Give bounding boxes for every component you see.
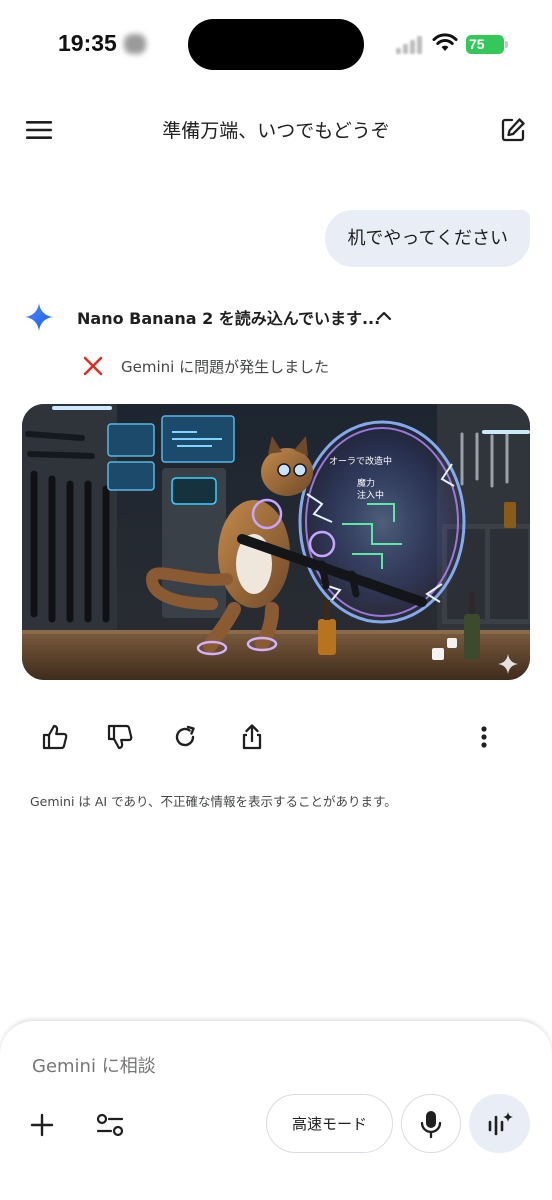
status-time: 19:35 (58, 30, 117, 56)
regenerate-icon (175, 725, 195, 747)
error-message: Gemini に問題が発生しました (121, 358, 330, 376)
battery-level: 75 (469, 36, 485, 52)
page-title: 準備万端、いつでもどうぞ (162, 120, 390, 142)
collapse-status-button[interactable] (372, 304, 396, 328)
thumbs-down-icon (107, 724, 133, 750)
battery-indicator: 75 (466, 35, 504, 54)
chevron-up-icon (376, 311, 392, 321)
mic-button[interactable] (401, 1094, 461, 1153)
error-x-icon (83, 356, 103, 376)
model-loading-status: Nano Banana 2 を読み込んでいます... (77, 309, 381, 328)
wifi-icon (432, 33, 458, 51)
gemini-spark-icon (25, 303, 53, 331)
thumbs-up-icon (42, 724, 68, 750)
app-header: 準備万端、いつでもどうぞ (0, 100, 552, 160)
gemini-chat-screen: 19:35 75 準備万端、いつでもどうぞ 机でやってください Nano Ban… (0, 0, 552, 1200)
add-attachment-button[interactable] (22, 1105, 62, 1145)
thumbs-up-button[interactable] (37, 720, 73, 754)
plus-icon (30, 1113, 54, 1137)
more-options-button[interactable] (466, 720, 502, 754)
image-overlay-text-1: オーラで改造中 (329, 455, 392, 467)
cellular-signal-icon (396, 34, 424, 54)
live-mode-button[interactable] (469, 1094, 530, 1153)
image-overlay-text-2: 魔力 (357, 477, 375, 489)
more-vert-icon (481, 726, 487, 748)
live-icon (488, 1111, 513, 1135)
prompt-input[interactable] (32, 1051, 512, 1081)
status-blurred-indicator (124, 34, 146, 54)
tools-button[interactable] (90, 1105, 130, 1145)
regenerate-button[interactable] (167, 720, 203, 754)
share-button[interactable] (234, 720, 270, 754)
share-icon (242, 724, 262, 750)
edit-icon (501, 118, 525, 142)
battery-tip (505, 41, 508, 48)
thumbs-down-button[interactable] (102, 720, 138, 754)
generated-image[interactable]: オーラで改造中 魔力 注入中 (22, 404, 530, 680)
status-bar: 19:35 75 (0, 0, 552, 90)
image-overlay-text-3: 注入中 (357, 489, 384, 501)
dynamic-island (188, 19, 364, 70)
mode-selector-button[interactable]: 高速モード (266, 1094, 393, 1153)
new-chat-button[interactable] (496, 114, 530, 146)
ai-disclaimer: Gemini は AI であり、不正確な情報を表示することがあります。 (30, 794, 397, 809)
user-message-bubble: 机でやってください (325, 210, 530, 267)
tools-icon (96, 1113, 124, 1137)
generated-image-illustration: オーラで改造中 魔力 注入中 (22, 404, 530, 680)
prompt-composer: 高速モード (0, 1020, 552, 1200)
mic-icon (420, 1110, 442, 1138)
